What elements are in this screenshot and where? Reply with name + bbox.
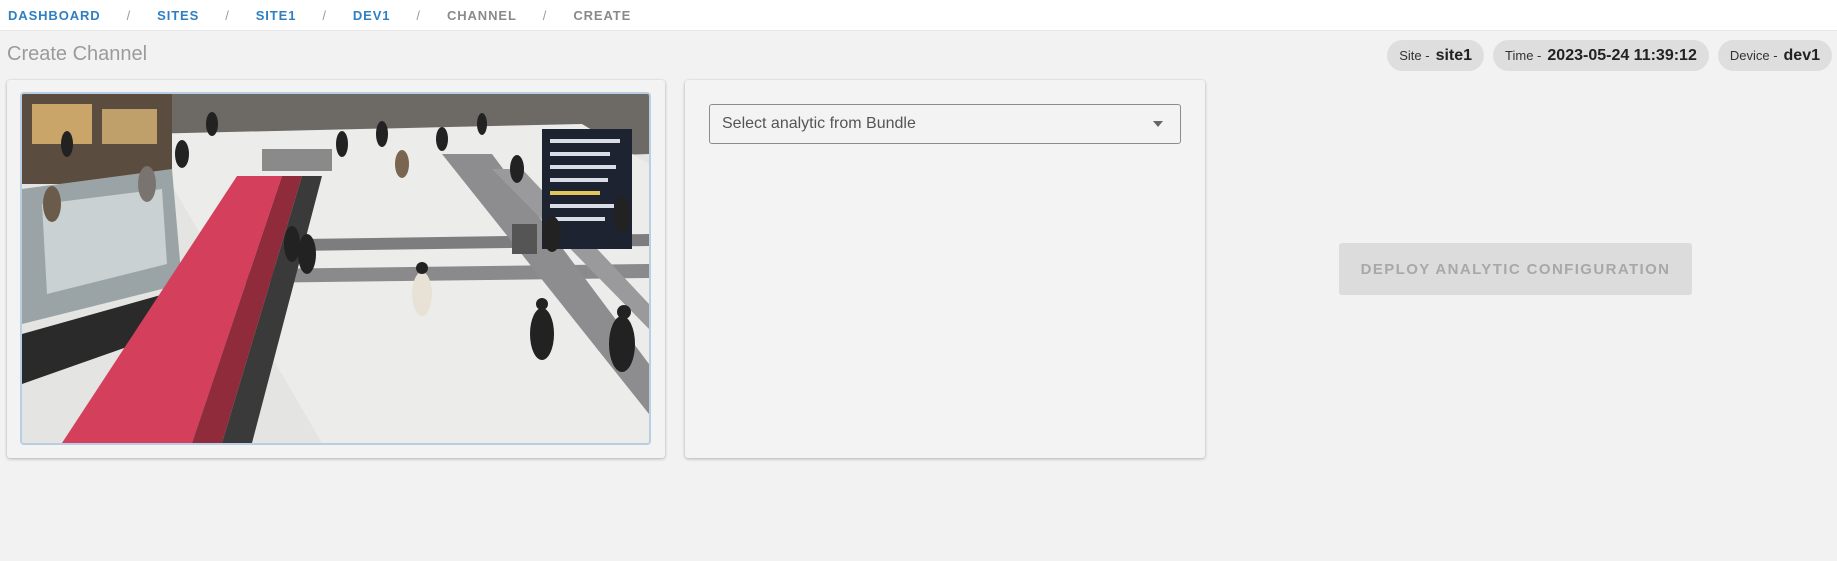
page-title: Create Channel: [7, 43, 148, 65]
breadcrumb-create: CREATE: [573, 7, 632, 23]
site-chip-value: site1: [1435, 46, 1473, 64]
breadcrumb-separator: /: [126, 7, 132, 23]
breadcrumb-site1[interactable]: SITE1: [256, 8, 297, 23]
time-chip-label: Time -: [1505, 48, 1542, 63]
status-chips: Site - site1 Time - 2023-05-24 11:39:12 …: [1387, 40, 1832, 71]
breadcrumb-separator: /: [225, 7, 230, 23]
analytic-bundle-select[interactable]: Select analytic from Bundle: [709, 104, 1181, 144]
video-card: [7, 80, 665, 458]
breadcrumb-dashboard[interactable]: DASHBOARD: [8, 8, 101, 23]
breadcrumb-separator: /: [416, 7, 421, 23]
device-chip-value: dev1: [1783, 46, 1820, 64]
device-chip-label: Device -: [1729, 48, 1778, 63]
breadcrumb-separator: /: [322, 7, 327, 23]
breadcrumb-channel: CHANNEL: [446, 7, 517, 23]
analytic-select-placeholder: Select analytic from Bundle: [722, 115, 916, 132]
deploy-analytic-configuration-button[interactable]: DEPLOY ANALYTIC CONFIGURATION: [1339, 243, 1692, 295]
device-chip: Device - dev1: [1717, 40, 1832, 71]
breadcrumb-dev1[interactable]: DEV1: [353, 8, 391, 23]
time-chip: Time - 2023-05-24 11:39:12: [1493, 40, 1709, 71]
camera-feed-illustration: [22, 94, 649, 443]
breadcrumb-sites[interactable]: SITES: [157, 8, 199, 23]
site-chip-label: Site -: [1399, 48, 1430, 63]
breadcrumb: DASHBOARD / SITES / SITE1 / DEV1 / CHANN…: [0, 0, 1837, 31]
analytic-card: Select analytic from Bundle: [685, 80, 1205, 458]
breadcrumb-separator: /: [542, 7, 548, 23]
chevron-down-icon[interactable]: [1153, 121, 1163, 127]
site-chip: Site - site1: [1387, 40, 1485, 71]
camera-feed-image[interactable]: [20, 92, 651, 445]
time-chip-value: 2023-05-24 11:39:12: [1547, 46, 1697, 64]
